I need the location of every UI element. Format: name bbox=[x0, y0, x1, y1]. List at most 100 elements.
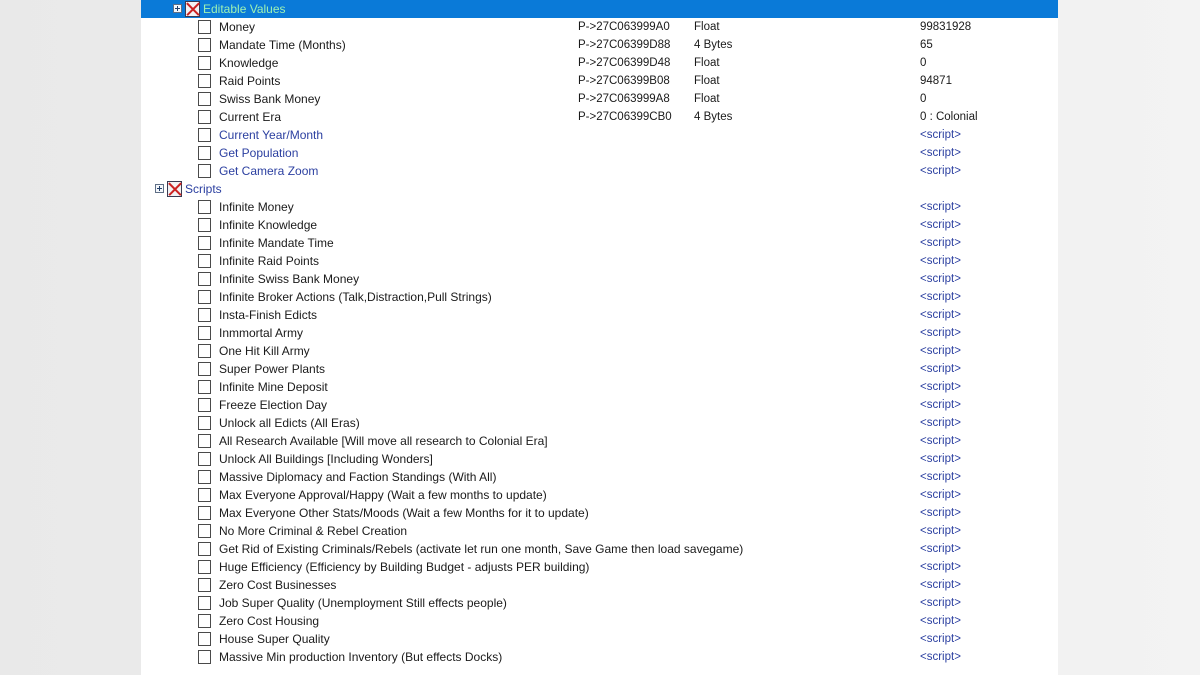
row-checkbox[interactable] bbox=[198, 110, 211, 124]
table-row[interactable]: All Research Available [Will move all re… bbox=[141, 432, 1058, 450]
row-value[interactable]: 99831928 bbox=[920, 18, 971, 36]
group-header-editable-values[interactable]: Editable Values bbox=[141, 0, 1058, 18]
row-value[interactable]: <script> bbox=[920, 396, 961, 414]
row-checkbox[interactable] bbox=[198, 200, 211, 214]
table-row[interactable]: Infinite Swiss Bank Money<script> bbox=[141, 270, 1058, 288]
row-checkbox[interactable] bbox=[198, 416, 211, 430]
row-value[interactable]: 0 : Colonial bbox=[920, 108, 978, 126]
row-value[interactable]: <script> bbox=[920, 306, 961, 324]
row-value[interactable]: 94871 bbox=[920, 72, 952, 90]
row-checkbox[interactable] bbox=[198, 272, 211, 286]
row-checkbox[interactable] bbox=[198, 650, 211, 664]
table-row[interactable]: Current EraP->27C06399CB04 Bytes0 : Colo… bbox=[141, 108, 1058, 126]
table-row[interactable]: Infinite Mine Deposit<script> bbox=[141, 378, 1058, 396]
row-value[interactable]: <script> bbox=[920, 360, 961, 378]
row-checkbox[interactable] bbox=[198, 470, 211, 484]
row-checkbox[interactable] bbox=[198, 632, 211, 646]
table-row[interactable]: Unlock All Buildings [Including Wonders]… bbox=[141, 450, 1058, 468]
row-checkbox[interactable] bbox=[198, 218, 211, 232]
row-value[interactable]: <script> bbox=[920, 450, 961, 468]
row-value[interactable]: 65 bbox=[920, 36, 933, 54]
row-value[interactable]: <script> bbox=[920, 540, 961, 558]
table-row[interactable]: Huge Efficiency (Efficiency by Building … bbox=[141, 558, 1058, 576]
row-value[interactable]: 0 bbox=[920, 90, 926, 108]
table-row[interactable]: Get Rid of Existing Criminals/Rebels (ac… bbox=[141, 540, 1058, 558]
row-checkbox[interactable] bbox=[198, 254, 211, 268]
row-value[interactable]: <script> bbox=[920, 342, 961, 360]
row-checkbox[interactable] bbox=[198, 362, 211, 376]
group-checkbox-x-icon[interactable] bbox=[167, 181, 182, 197]
table-row[interactable]: KnowledgeP->27C06399D48Float0 bbox=[141, 54, 1058, 72]
row-checkbox[interactable] bbox=[198, 614, 211, 628]
row-value[interactable]: <script> bbox=[920, 144, 961, 162]
row-checkbox[interactable] bbox=[198, 236, 211, 250]
table-row[interactable]: House Super Quality<script> bbox=[141, 630, 1058, 648]
table-row[interactable]: MoneyP->27C063999A0Float99831928 bbox=[141, 18, 1058, 36]
table-row[interactable]: Current Year/Month<script> bbox=[141, 126, 1058, 144]
row-value[interactable]: <script> bbox=[920, 612, 961, 630]
row-checkbox[interactable] bbox=[198, 488, 211, 502]
row-value[interactable]: 0 bbox=[920, 54, 926, 72]
table-row[interactable]: Max Everyone Other Stats/Moods (Wait a f… bbox=[141, 504, 1058, 522]
row-value[interactable]: <script> bbox=[920, 270, 961, 288]
row-value[interactable]: <script> bbox=[920, 414, 961, 432]
row-value[interactable]: <script> bbox=[920, 594, 961, 612]
row-value[interactable]: <script> bbox=[920, 198, 961, 216]
row-checkbox[interactable] bbox=[198, 344, 211, 358]
row-value[interactable]: <script> bbox=[920, 432, 961, 450]
row-checkbox[interactable] bbox=[198, 128, 211, 142]
table-row[interactable]: Infinite Mandate Time<script> bbox=[141, 234, 1058, 252]
table-row[interactable]: Job Super Quality (Unemployment Still ef… bbox=[141, 594, 1058, 612]
table-row[interactable]: Zero Cost Businesses<script> bbox=[141, 576, 1058, 594]
row-value[interactable]: <script> bbox=[920, 648, 961, 666]
table-row[interactable]: Zero Cost Housing<script> bbox=[141, 612, 1058, 630]
table-row[interactable]: Unlock all Edicts (All Eras)<script> bbox=[141, 414, 1058, 432]
row-value[interactable]: <script> bbox=[920, 504, 961, 522]
row-checkbox[interactable] bbox=[198, 398, 211, 412]
row-value[interactable]: <script> bbox=[920, 576, 961, 594]
table-row[interactable]: Inmmortal Army<script> bbox=[141, 324, 1058, 342]
row-checkbox[interactable] bbox=[198, 578, 211, 592]
table-row[interactable]: No More Criminal & Rebel Creation<script… bbox=[141, 522, 1058, 540]
row-value[interactable]: <script> bbox=[920, 324, 961, 342]
row-value[interactable]: <script> bbox=[920, 234, 961, 252]
row-checkbox[interactable] bbox=[198, 506, 211, 520]
table-row[interactable]: Massive Diplomacy and Faction Standings … bbox=[141, 468, 1058, 486]
table-row[interactable]: Infinite Raid Points<script> bbox=[141, 252, 1058, 270]
row-checkbox[interactable] bbox=[198, 146, 211, 160]
row-value[interactable]: <script> bbox=[920, 252, 961, 270]
row-value[interactable]: <script> bbox=[920, 630, 961, 648]
table-row[interactable]: Massive Min production Inventory (But ef… bbox=[141, 648, 1058, 666]
row-checkbox[interactable] bbox=[198, 92, 211, 106]
row-checkbox[interactable] bbox=[198, 434, 211, 448]
group-header-scripts[interactable]: Scripts bbox=[141, 180, 1058, 198]
row-value[interactable]: <script> bbox=[920, 162, 961, 180]
table-row[interactable]: Swiss Bank MoneyP->27C063999A8Float0 bbox=[141, 90, 1058, 108]
row-checkbox[interactable] bbox=[198, 326, 211, 340]
table-row[interactable]: Super Power Plants<script> bbox=[141, 360, 1058, 378]
table-row[interactable]: One Hit Kill Army<script> bbox=[141, 342, 1058, 360]
table-row[interactable]: Get Camera Zoom<script> bbox=[141, 162, 1058, 180]
table-row[interactable]: Freeze Election Day<script> bbox=[141, 396, 1058, 414]
row-checkbox[interactable] bbox=[198, 164, 211, 178]
row-checkbox[interactable] bbox=[198, 524, 211, 538]
table-row[interactable]: Max Everyone Approval/Happy (Wait a few … bbox=[141, 486, 1058, 504]
row-checkbox[interactable] bbox=[198, 290, 211, 304]
table-row[interactable]: Get Population<script> bbox=[141, 144, 1058, 162]
row-checkbox[interactable] bbox=[198, 308, 211, 322]
table-row[interactable]: Infinite Money<script> bbox=[141, 198, 1058, 216]
expand-plus-icon[interactable] bbox=[155, 184, 164, 193]
row-checkbox[interactable] bbox=[198, 380, 211, 394]
group-checkbox-x-icon[interactable] bbox=[185, 1, 200, 17]
row-value[interactable]: <script> bbox=[920, 522, 961, 540]
row-checkbox[interactable] bbox=[198, 542, 211, 556]
table-row[interactable]: Raid PointsP->27C06399B08Float94871 bbox=[141, 72, 1058, 90]
row-checkbox[interactable] bbox=[198, 74, 211, 88]
row-checkbox[interactable] bbox=[198, 560, 211, 574]
row-value[interactable]: <script> bbox=[920, 378, 961, 396]
row-checkbox[interactable] bbox=[198, 56, 211, 70]
row-value[interactable]: <script> bbox=[920, 468, 961, 486]
table-row[interactable]: Mandate Time (Months)P->27C06399D884 Byt… bbox=[141, 36, 1058, 54]
row-checkbox[interactable] bbox=[198, 38, 211, 52]
row-value[interactable]: <script> bbox=[920, 558, 961, 576]
